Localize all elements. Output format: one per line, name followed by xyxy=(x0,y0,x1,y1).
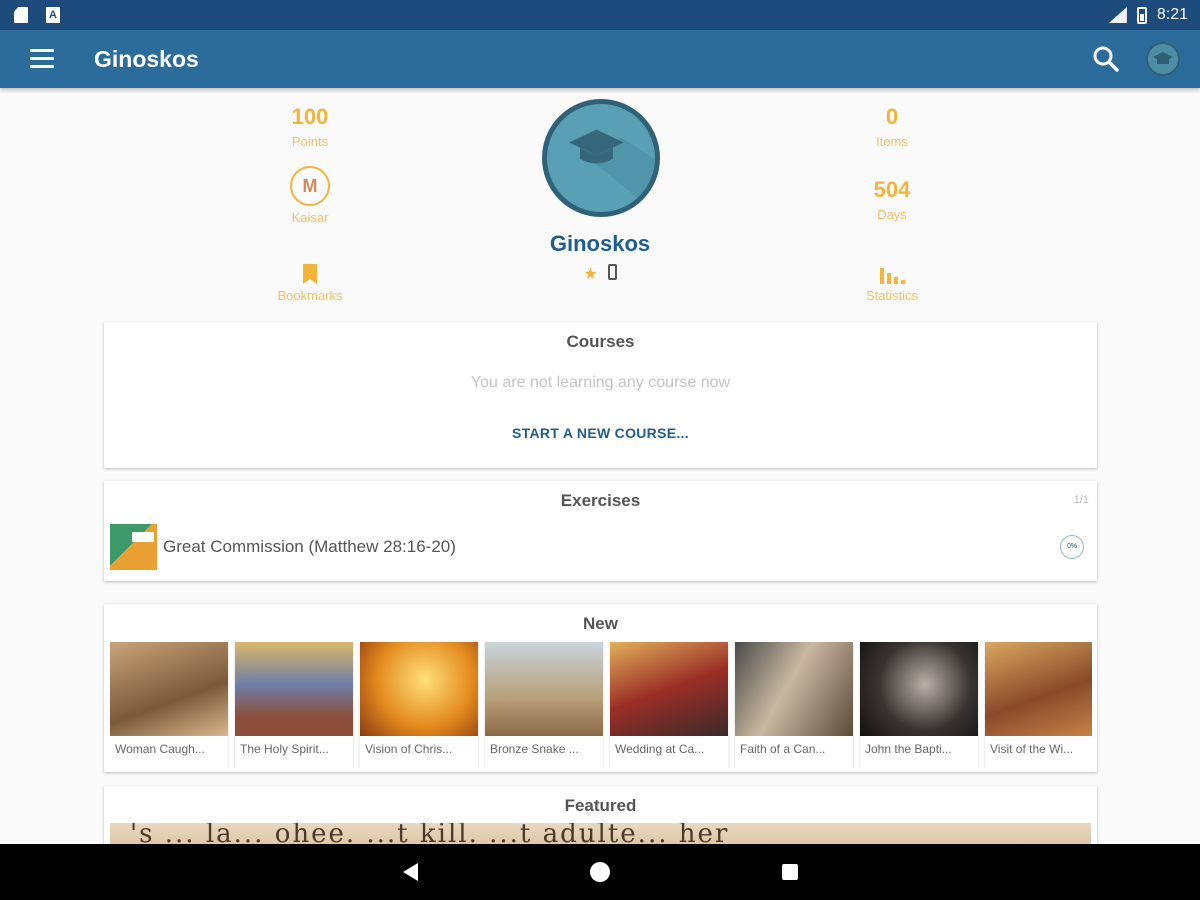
search-icon[interactable] xyxy=(1090,43,1122,75)
new-item[interactable]: Wedding at Ca... xyxy=(610,642,728,768)
days-value: 504 xyxy=(873,177,911,202)
items-value: 0 xyxy=(885,104,899,129)
new-item-caption: Wedding at Ca... xyxy=(615,742,705,756)
new-item-image xyxy=(360,642,478,736)
level-stat: M Kaisar xyxy=(240,166,380,225)
profile-header: 100 Points M Kaisar Bookmarks Ginoskos ★… xyxy=(0,88,1200,320)
start-new-course-button[interactable]: START A NEW COURSE... xyxy=(501,425,701,441)
new-item-image xyxy=(860,642,978,736)
profile-name: Ginoskos xyxy=(549,231,651,256)
new-item-image xyxy=(485,642,603,736)
new-item[interactable]: Vision of Chris... xyxy=(360,642,478,768)
new-item[interactable]: John the Bapti... xyxy=(860,642,978,768)
new-item[interactable]: Faith of a Can... xyxy=(735,642,853,768)
new-item-caption: Vision of Chris... xyxy=(365,742,453,756)
points-stat: 100 Points xyxy=(240,104,380,149)
clock: 8:21 xyxy=(1156,6,1188,23)
new-item[interactable]: Woman Caugh... xyxy=(110,642,228,768)
new-item-caption: Visit of the Wi... xyxy=(990,742,1074,756)
profile-badges: ★ xyxy=(560,264,640,284)
exercise-title: Great Commission (Matthew 28:16-20) xyxy=(163,537,456,556)
new-item-image xyxy=(985,642,1092,736)
points-value: 100 xyxy=(291,104,329,129)
bookmark-icon xyxy=(303,264,317,284)
progress-badge: 0% xyxy=(1060,535,1084,559)
avatar[interactable] xyxy=(1146,42,1180,76)
new-item[interactable]: The Holy Spirit... xyxy=(235,642,353,768)
statistics-label: Statistics xyxy=(865,288,918,303)
featured-card: Featured 's ... la... ohee. ...t kill. .… xyxy=(104,786,1097,846)
courses-empty-text: You are not learning any course now xyxy=(470,374,731,391)
bar-chart-icon xyxy=(879,264,905,284)
battery-icon xyxy=(1136,6,1147,24)
items-label: Items xyxy=(876,134,908,149)
status-bar: A 8:21 xyxy=(0,0,1200,30)
bookmarks-button[interactable]: Bookmarks xyxy=(240,264,380,303)
sd-card-icon xyxy=(14,7,28,23)
navigation-bar xyxy=(0,844,1200,900)
new-item-caption: Faith of a Can... xyxy=(740,742,826,756)
exercise-item[interactable]: Great Commission (Matthew 28:16-20) 0% xyxy=(110,524,1090,570)
app-bar: Ginoskos xyxy=(0,30,1200,88)
exercises-title: Exercises xyxy=(560,491,641,510)
menu-icon[interactable] xyxy=(30,49,54,69)
exercise-thumbnail xyxy=(110,524,157,570)
new-items-list: Woman Caugh... The Holy Spirit... Vision… xyxy=(110,642,1092,768)
signal-icon xyxy=(1108,7,1127,23)
new-item-caption: Bronze Snake ... xyxy=(490,742,579,756)
level-badge-icon: M xyxy=(290,166,330,206)
items-stat: 0 Items xyxy=(822,104,962,149)
home-icon[interactable] xyxy=(590,862,610,882)
new-item-caption: Woman Caugh... xyxy=(115,742,205,756)
back-icon[interactable] xyxy=(403,863,418,881)
exercises-card: Exercises 1/1 Great Commission (Matthew … xyxy=(104,481,1097,581)
points-label: Points xyxy=(291,134,329,149)
featured-title: Featured xyxy=(564,796,637,815)
new-item-image xyxy=(610,642,728,736)
new-item-image xyxy=(235,642,353,736)
new-item-image xyxy=(735,642,853,736)
courses-title: Courses xyxy=(566,332,635,351)
new-title: New xyxy=(583,614,618,633)
new-item-image xyxy=(110,642,228,736)
courses-card: Courses You are not learning any course … xyxy=(104,322,1097,468)
page-count: 1/1 xyxy=(1073,494,1089,506)
phone-icon xyxy=(607,264,617,280)
new-item[interactable]: Bronze Snake ... xyxy=(485,642,603,768)
star-icon: ★ xyxy=(583,266,598,283)
featured-banner[interactable]: 's ... la... ohee. ...t kill. ...t adult… xyxy=(110,823,1091,846)
level-label: Kaisar xyxy=(291,210,329,225)
app-title: Ginoskos xyxy=(94,46,199,72)
days-label: Days xyxy=(877,207,907,222)
app-notification-icon: A xyxy=(46,7,60,23)
profile-avatar[interactable] xyxy=(542,99,660,217)
new-item-caption: The Holy Spirit... xyxy=(240,742,329,756)
statistics-button[interactable]: Statistics xyxy=(822,264,962,303)
days-stat: 504 Days xyxy=(822,177,962,222)
new-item[interactable]: Visit of the Wi... xyxy=(985,642,1092,768)
new-item-caption: John the Bapti... xyxy=(865,742,952,756)
bookmarks-label: Bookmarks xyxy=(277,288,343,303)
recent-apps-icon[interactable] xyxy=(782,864,798,880)
new-card: New Woman Caugh... The Holy Spirit... Vi… xyxy=(104,604,1097,772)
